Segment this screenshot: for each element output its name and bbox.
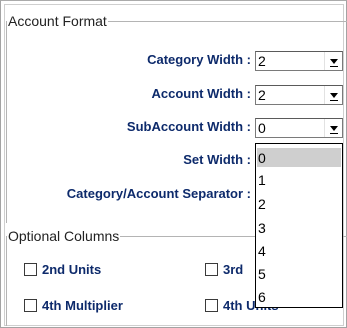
2nd-units-label: 2nd Units — [42, 262, 102, 277]
dropdown-option-3[interactable]: 3 — [257, 218, 341, 237]
dropdown-option-2[interactable]: 2 — [257, 194, 341, 213]
3rd-label: 3rd — [223, 262, 244, 277]
subaccount-width-select[interactable]: 0 — [255, 118, 343, 138]
4th-multiplier-label: 4th Multiplier — [42, 298, 123, 313]
set-width-label: Set Width : — [183, 152, 251, 167]
account-width-dropdown-button[interactable] — [324, 86, 342, 104]
account-width-label: Account Width : — [151, 86, 251, 101]
account-format-legend: Account Format — [7, 13, 108, 29]
optional-columns-legend: Optional Columns — [7, 228, 121, 244]
category-width-label: Category Width : — [147, 52, 251, 67]
subaccount-width-value: 0 — [258, 120, 266, 136]
account-width-value: 2 — [258, 87, 266, 103]
account-width-select[interactable]: 2 — [255, 85, 343, 105]
category-width-value: 2 — [258, 53, 266, 69]
dropdown-option-0[interactable]: 0 — [257, 148, 341, 167]
subaccount-width-label: SubAccount Width : — [126, 119, 251, 134]
dropdown-option-6[interactable]: 6 — [257, 287, 341, 306]
subaccount-width-dropdown-list[interactable]: 0 1 2 3 4 5 6 — [255, 143, 343, 308]
2nd-units-checkbox[interactable] — [24, 263, 37, 276]
chevron-down-icon — [330, 59, 338, 67]
chevron-down-icon — [330, 126, 338, 134]
dropdown-option-1[interactable]: 1 — [257, 170, 341, 189]
category-account-separator-label: Category/Account Separator : — [66, 186, 251, 201]
dropdown-option-5[interactable]: 5 — [257, 264, 341, 283]
subaccount-width-dropdown-button[interactable] — [324, 119, 342, 137]
chevron-down-icon — [330, 93, 338, 101]
dropdown-option-4[interactable]: 4 — [257, 241, 341, 260]
category-width-select[interactable]: 2 — [255, 51, 343, 71]
category-width-dropdown-button[interactable] — [324, 52, 342, 70]
4th-multiplier-checkbox[interactable] — [24, 299, 37, 312]
3rd-checkbox[interactable] — [205, 263, 218, 276]
4th-units-checkbox[interactable] — [205, 299, 218, 312]
